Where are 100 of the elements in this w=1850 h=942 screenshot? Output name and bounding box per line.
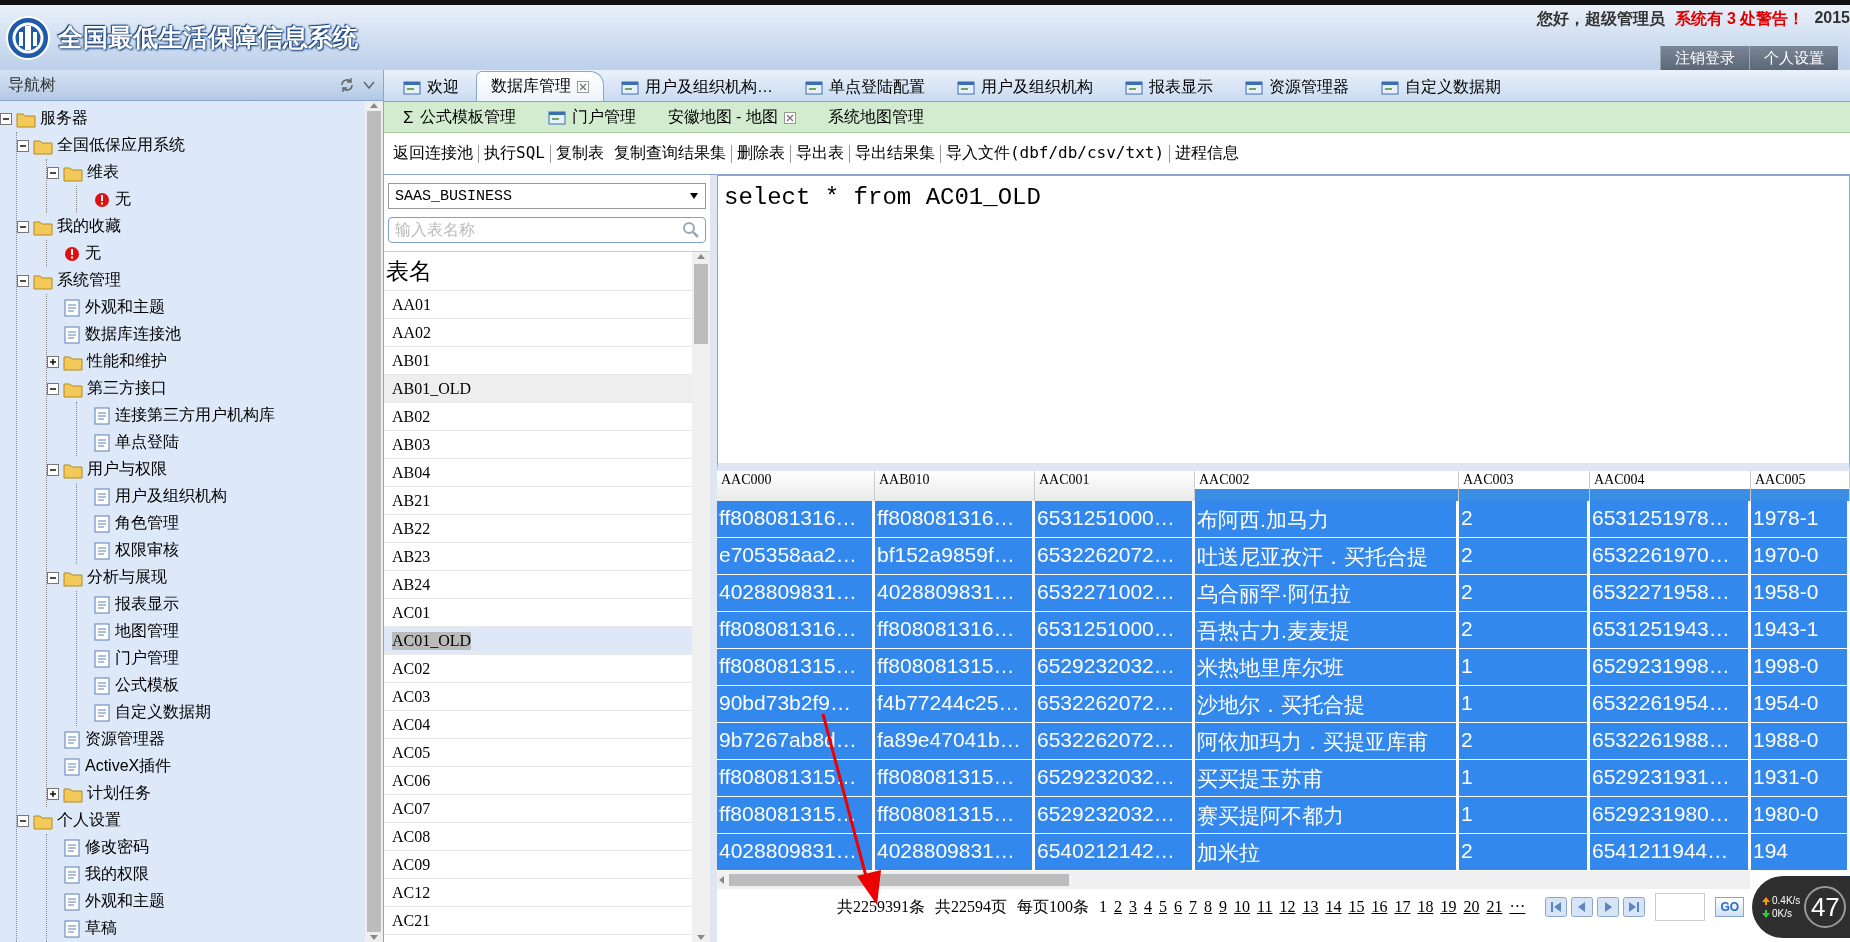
tree-item[interactable]: 第三方接口 [87,378,167,399]
subtab[interactable]: 门户管理 [532,103,651,131]
toolbar-button[interactable]: 进程信息 [1170,143,1245,164]
table-name-item[interactable]: AB24 [384,571,692,599]
table-name-item[interactable]: AC08 [384,823,692,851]
close-icon[interactable] [783,111,796,124]
page-link[interactable]: 5 [1159,898,1167,916]
header-button[interactable]: 个人设置 [1749,46,1838,70]
column-header[interactable]: AAC004 [1590,471,1751,501]
table-name-item[interactable]: AB02 [384,403,692,431]
page-link[interactable]: 9 [1219,898,1227,916]
tree-item[interactable]: 资源管理器 [85,729,165,750]
toolbar-button[interactable]: 返回连接池 [388,143,478,164]
tree-item[interactable]: 修改密码 [85,837,149,858]
page-link[interactable]: 7 [1189,898,1197,916]
page-link[interactable]: 6 [1174,898,1182,916]
page-link[interactable]: 3 [1129,898,1137,916]
scrollbar[interactable] [717,871,1750,889]
collapse-toggle[interactable] [47,382,59,395]
tree-item[interactable]: 连接第三方用户机构库 [115,405,275,426]
tree-item[interactable]: 权限审核 [115,540,179,561]
table-name-item[interactable]: AB22 [384,515,692,543]
column-header[interactable]: AAC002 [1195,471,1459,501]
previous-page-icon[interactable] [1571,897,1594,917]
page-link[interactable]: 12 [1279,898,1296,916]
database-select[interactable]: SAAS_BUSINESS [388,183,706,209]
search-field[interactable]: 输入表名称 [388,217,706,243]
column-header[interactable]: AAB010 [875,471,1035,501]
page-link[interactable]: 4 [1144,898,1152,916]
page-link[interactable]: 18 [1417,898,1434,916]
page-link[interactable]: 13 [1302,898,1319,916]
tree-item[interactable]: 公式模板 [115,675,179,696]
collapse-toggle[interactable] [47,463,59,476]
first-page-icon[interactable] [1545,897,1568,917]
page-link[interactable]: 17 [1394,898,1411,916]
table-name-item[interactable]: AC07 [384,795,692,823]
scrollbar-thumb[interactable] [694,264,708,344]
collapse-toggle[interactable] [0,112,12,125]
tree-item[interactable]: 全国低保应用系统 [57,135,185,156]
tree-item[interactable]: 分析与展现 [87,567,167,588]
table-name-item[interactable]: AC02 [384,655,692,683]
tree-item[interactable]: 角色管理 [115,513,179,534]
tree-item[interactable]: 计划任务 [87,783,151,804]
table-name-item[interactable]: AB23 [384,543,692,571]
scroll-down-icon[interactable] [369,934,379,942]
tree-item[interactable]: 门户管理 [115,648,179,669]
go-button[interactable]: GO [1715,897,1745,917]
scrollbar-thumb[interactable] [367,111,381,932]
tab[interactable]: 用户及组织机构 [942,73,1108,101]
column-header[interactable]: AAC000 [717,471,875,501]
tree-item[interactable]: 性能和维护 [87,351,167,372]
table-name-item[interactable]: AC06 [384,767,692,795]
tree-item[interactable]: 无 [85,243,101,264]
page-link[interactable]: 2 [1114,898,1122,916]
scrollbar-thumb[interactable] [729,874,1069,886]
table-name-item[interactable]: AC21 [384,907,692,935]
page-link[interactable]: ··· [1509,898,1526,916]
tree-item[interactable]: 草稿 [85,918,117,939]
collapse-toggle[interactable] [47,571,59,584]
header-button[interactable]: 注销登录 [1660,46,1749,70]
page-link[interactable]: 20 [1463,898,1480,916]
page-link[interactable]: 8 [1204,898,1212,916]
tab[interactable]: 单点登陆配置 [790,73,940,101]
toolbar-button[interactable]: 复制查询结果集 [608,143,731,164]
collapse-toggle[interactable] [17,274,29,287]
tab[interactable]: 用户及组织机构… [606,73,788,101]
table-name-item[interactable]: AA01 [384,291,692,319]
next-page-icon[interactable] [1597,897,1620,917]
expand-toggle[interactable] [47,787,59,800]
table-name-item[interactable]: AB01_OLD [384,375,692,403]
page-link[interactable]: 11 [1257,898,1273,916]
tree-item[interactable]: 单点登陆 [115,432,179,453]
table-name-item[interactable]: AC01_OLD [384,627,692,655]
page-link[interactable]: 16 [1371,898,1388,916]
expand-toggle[interactable] [47,355,59,368]
column-header[interactable]: AAC003 [1459,471,1590,501]
sql-editor[interactable]: select * from AC01_OLD [724,184,1843,211]
tree-item[interactable]: 外观和主题 [85,891,165,912]
toolbar-button[interactable]: 执行SQL [479,143,550,164]
scrollbar[interactable] [692,252,710,942]
tab[interactable]: 自定义数据期 [1366,73,1516,101]
page-link[interactable]: 19 [1440,898,1457,916]
tree-item[interactable]: 数据库连接池 [85,324,181,345]
scroll-down-icon[interactable] [696,934,706,942]
refresh-icon[interactable] [339,77,355,93]
column-header[interactable]: AAC001 [1035,471,1195,501]
last-page-icon[interactable] [1623,897,1646,917]
table-name-item[interactable]: AC09 [384,851,692,879]
table-name-item[interactable]: AB04 [384,459,692,487]
subtab[interactable]: 系统地图管理 [812,103,939,131]
table-name-item[interactable]: AB03 [384,431,692,459]
toolbar-button[interactable]: 复制表 [550,143,609,164]
page-link[interactable]: 1 [1099,898,1107,916]
tree-item[interactable]: ActiveX插件 [85,756,172,777]
tree-item[interactable]: 维表 [87,162,119,183]
tree-item[interactable]: 无 [115,189,131,210]
dropdown-caret-icon[interactable] [363,81,375,89]
tree-item[interactable]: 我的收藏 [57,216,121,237]
page-link[interactable]: 14 [1325,898,1342,916]
table-name-item[interactable]: AA02 [384,319,692,347]
